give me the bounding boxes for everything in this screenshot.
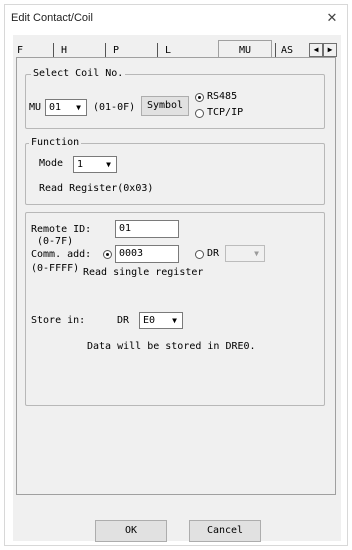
coil-prefix-label: MU (29, 102, 42, 113)
tab-separator (275, 43, 276, 57)
tab-separator (157, 43, 158, 57)
function-description: Read Register(0x03) (39, 183, 154, 194)
comm-add-range: (0-FFFF) (31, 263, 80, 274)
mode-label: Mode (39, 158, 64, 169)
mode-select[interactable]: 1 ▼ (73, 156, 117, 173)
store-type-label: DR (117, 315, 130, 326)
tab-scroll-right-icon[interactable]: ▶ (323, 43, 337, 57)
ok-button[interactable]: OK (95, 520, 167, 542)
mu-tab-page: Select Coil No. MU 01 ▼ (01-0F) Symbol R… (16, 57, 336, 495)
function-group (25, 143, 325, 205)
title-bar: Edit Contact/Coil ✕ (5, 5, 347, 31)
window-title: Edit Contact/Coil (11, 12, 93, 24)
chevron-down-icon: ▼ (250, 247, 263, 260)
store-register-value: E0 (143, 315, 156, 326)
remote-id-value: 01 (119, 223, 132, 234)
remote-id-label: Remote ID: (31, 224, 92, 235)
comm-add-label: Comm. add: (31, 249, 92, 260)
comm-add-radio[interactable] (103, 250, 112, 259)
remote-id-field[interactable]: 01 (115, 220, 179, 238)
close-icon[interactable]: ✕ (323, 9, 341, 27)
store-in-label: Store in: (31, 315, 86, 326)
tab-separator (53, 43, 54, 57)
edit-contact-coil-dialog: Edit Contact/Coil ✕ F H P L MU AS ◀ ▶ Se… (4, 4, 348, 546)
chevron-down-icon: ▼ (102, 158, 115, 171)
select-coil-legend: Select Coil No. (31, 68, 126, 79)
dr-option-label: DR (207, 248, 220, 259)
coil-number-select[interactable]: 01 ▼ (45, 99, 87, 116)
chevron-down-icon: ▼ (168, 314, 181, 327)
tcpip-radio[interactable] (195, 109, 204, 118)
cancel-button[interactable]: Cancel (189, 520, 261, 542)
comm-add-value: 0003 (119, 248, 144, 259)
tcpip-label: TCP/IP (207, 107, 244, 118)
operation-text: Read single register (83, 267, 204, 278)
dr-select[interactable]: ▼ (225, 245, 265, 262)
coil-number-value: 01 (49, 102, 62, 113)
tab-scroll-left-icon[interactable]: ◀ (309, 43, 323, 57)
comm-add-field[interactable]: 0003 (115, 245, 179, 263)
tab-separator (105, 43, 106, 57)
remote-id-range: (0-7F) (37, 236, 74, 247)
coil-range-hint: (01-0F) (93, 102, 136, 113)
function-legend: Function (29, 137, 82, 148)
symbol-button[interactable]: Symbol (141, 96, 189, 116)
mode-value: 1 (77, 159, 84, 170)
rs485-label: RS485 (207, 91, 238, 102)
dr-radio[interactable] (195, 250, 204, 259)
dialog-client: F H P L MU AS ◀ ▶ Select Coil No. MU 01 … (13, 35, 341, 542)
store-register-select[interactable]: E0 ▼ (139, 312, 183, 329)
store-note: Data will be stored in DRE0. (87, 341, 256, 352)
chevron-down-icon: ▼ (72, 101, 85, 114)
rs485-radio[interactable] (195, 93, 204, 102)
